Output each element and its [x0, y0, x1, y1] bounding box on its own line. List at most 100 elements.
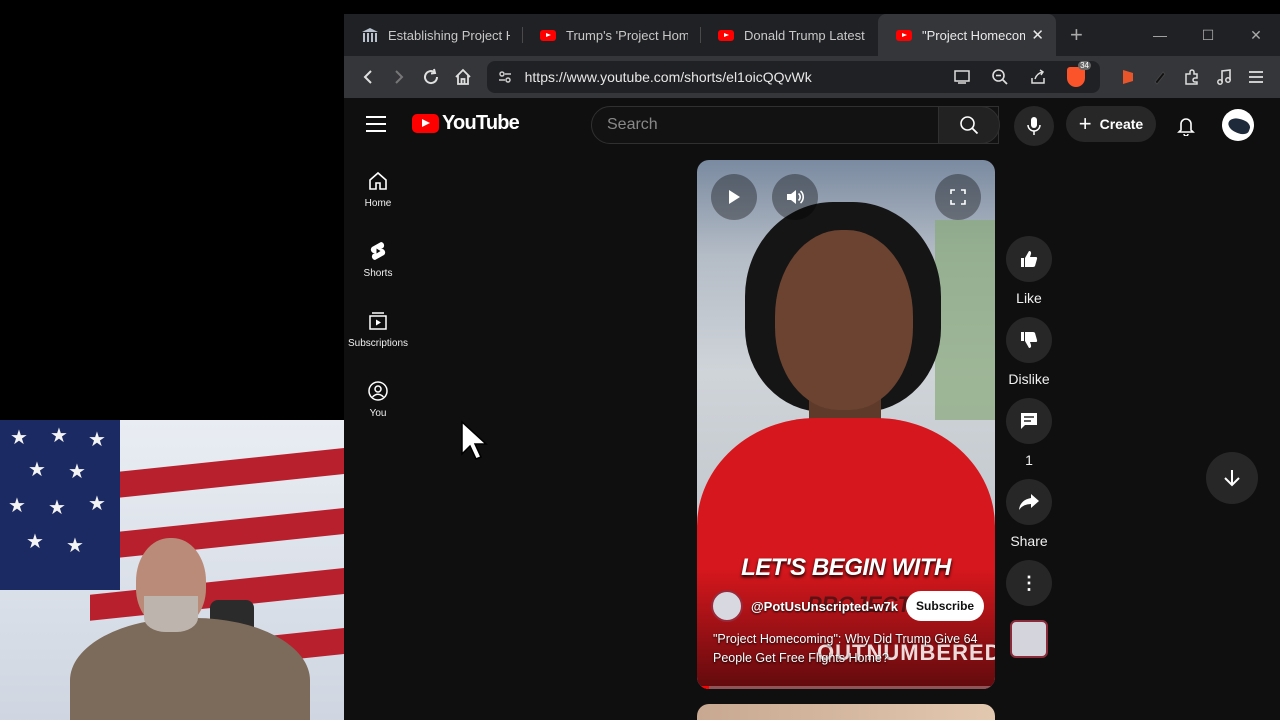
progress-bar[interactable]	[697, 686, 995, 689]
youtube-logo[interactable]: YouTube	[412, 112, 520, 135]
site-settings-icon[interactable]	[497, 69, 513, 85]
share-label: Share	[1010, 533, 1048, 549]
youtube-logo-icon	[412, 114, 439, 133]
close-tab-icon[interactable]: ✕	[1031, 26, 1044, 44]
more-vertical-icon: ⋮	[1020, 572, 1038, 593]
thumbs-down-icon	[1021, 332, 1038, 348]
home-button[interactable]	[447, 61, 479, 93]
share-arrow-icon	[1019, 494, 1039, 510]
url-text: https://www.youtube.com/shorts/el1oicQQv…	[524, 69, 812, 85]
thumbs-up-icon	[1021, 251, 1038, 267]
window-controls: — ☐ ✕	[1136, 14, 1280, 56]
tab-donald-trump-latest[interactable]: Donald Trump Latest N	[700, 14, 878, 56]
reload-button[interactable]	[415, 61, 447, 93]
share-page-icon[interactable]	[1022, 61, 1054, 93]
tab-title: Establishing Project Ho	[388, 27, 510, 43]
back-button[interactable]	[352, 61, 384, 93]
government-building-icon	[362, 28, 378, 42]
tab-title: Trump's 'Project Home	[566, 27, 688, 43]
search-button[interactable]	[938, 106, 1000, 144]
dislike-button[interactable]	[1006, 317, 1052, 363]
share-button[interactable]	[1006, 479, 1052, 525]
guide-item-subscriptions[interactable]: Subscriptions	[344, 294, 412, 364]
puzzle-extensions-icon[interactable]	[1176, 61, 1208, 93]
progress-fill	[697, 686, 709, 689]
guide-menu-icon[interactable]	[366, 116, 386, 132]
volume-icon	[787, 190, 805, 204]
zoom-icon[interactable]	[984, 61, 1016, 93]
guide-label: You	[369, 407, 387, 419]
youtube-page: YouTube Search + Create Home Shorts Subs…	[344, 98, 1280, 720]
browser-window: Establishing Project Ho Trump's 'Project…	[344, 14, 1280, 720]
cast-icon[interactable]	[946, 61, 978, 93]
shorts-icon	[370, 241, 386, 260]
guide-label: Subscriptions	[347, 337, 409, 349]
address-bar[interactable]: https://www.youtube.com/shorts/el1oicQQv…	[486, 61, 1101, 93]
create-button[interactable]: + Create	[1066, 106, 1156, 142]
next-short-preview[interactable]	[697, 704, 995, 720]
media-music-icon[interactable]	[1208, 61, 1240, 93]
guide-item-shorts[interactable]: Shorts	[344, 224, 412, 294]
flag-stripe	[90, 445, 344, 501]
tab-establishing-project[interactable]: Establishing Project Ho	[344, 14, 522, 56]
webcam-overlay: ★ ★ ★ ★ ★ ★ ★ ★ ★ ★	[0, 420, 344, 720]
tab-project-homecoming[interactable]: "Project Homecoming ✕	[878, 14, 1056, 56]
like-action: Like	[1004, 236, 1054, 306]
like-button[interactable]	[1006, 236, 1052, 282]
account-icon	[368, 380, 388, 401]
tab-strip: Establishing Project Ho Trump's 'Project…	[344, 14, 1280, 56]
tab-title: Donald Trump Latest N	[744, 27, 866, 43]
like-label: Like	[1016, 290, 1042, 306]
play-icon	[729, 190, 740, 204]
short-title[interactable]: "Project Homecoming": Why Did Trump Give…	[713, 630, 983, 668]
guide-label: Home	[364, 197, 392, 209]
voice-search-button[interactable]	[1014, 106, 1054, 146]
youtube-icon	[718, 29, 734, 41]
fullscreen-button[interactable]	[935, 174, 981, 220]
next-short-button[interactable]	[1206, 452, 1258, 504]
forward-button[interactable]	[384, 61, 416, 93]
youtube-header: YouTube Search + Create	[344, 98, 1280, 154]
tab-trumps-project[interactable]: Trump's 'Project Home	[522, 14, 700, 56]
bell-icon	[1177, 118, 1195, 136]
new-tab-button[interactable]: +	[1070, 22, 1083, 48]
comments-button[interactable]	[1006, 398, 1052, 444]
browser-menu-icon[interactable]	[1240, 61, 1272, 93]
logo-text: YouTube	[442, 112, 520, 134]
comments-count: 1	[1025, 452, 1033, 468]
arrow-down-icon	[1224, 470, 1240, 487]
comment-icon	[1021, 413, 1037, 429]
pen-extension-icon[interactable]	[1144, 61, 1176, 93]
screen: ★ ★ ★ ★ ★ ★ ★ ★ ★ ★ Establishing Project…	[0, 0, 1280, 720]
guide-item-home[interactable]: Home	[344, 154, 412, 224]
brave-shields-button[interactable]: 34	[1060, 61, 1092, 93]
channel-avatar[interactable]	[711, 590, 743, 622]
search-icon	[960, 116, 979, 135]
more-options-button[interactable]: ⋮	[1006, 560, 1052, 606]
volume-button[interactable]	[772, 174, 818, 220]
dislike-action: Dislike	[1004, 317, 1054, 387]
minimize-button[interactable]: —	[1136, 14, 1184, 56]
create-label: Create	[1099, 116, 1144, 132]
video-caption-line1: LET'S BEGIN WITH	[741, 554, 951, 581]
mouse-cursor-icon	[461, 420, 488, 460]
subscriptions-icon	[369, 311, 387, 330]
guide-item-you[interactable]: You	[344, 364, 412, 434]
plus-icon: +	[1078, 111, 1092, 136]
account-avatar[interactable]	[1222, 109, 1254, 141]
close-window-button[interactable]: ✕	[1232, 14, 1280, 56]
youtube-icon	[896, 29, 912, 41]
channel-handle[interactable]: @PotUsUnscripted-w7k	[751, 599, 898, 614]
play-button[interactable]	[711, 174, 757, 220]
notifications-button[interactable]	[1168, 108, 1204, 144]
comments-action: 1	[1004, 398, 1054, 468]
maximize-button[interactable]: ☐	[1184, 14, 1232, 56]
sound-thumbnail[interactable]	[1010, 620, 1048, 658]
extensions-area	[1112, 61, 1272, 93]
subscribe-button[interactable]: Subscribe	[906, 591, 985, 621]
browser-toolbar: https://www.youtube.com/shorts/el1oicQQv…	[344, 56, 1280, 98]
shorts-player[interactable]: LET'S BEGIN WITH PROJECT OUTNUMBERED @Po…	[697, 160, 995, 689]
short-actions: Like Dislike 1 Share ⋮	[1004, 236, 1054, 658]
dislike-label: Dislike	[1008, 371, 1050, 387]
rewards-icon[interactable]	[1112, 61, 1144, 93]
